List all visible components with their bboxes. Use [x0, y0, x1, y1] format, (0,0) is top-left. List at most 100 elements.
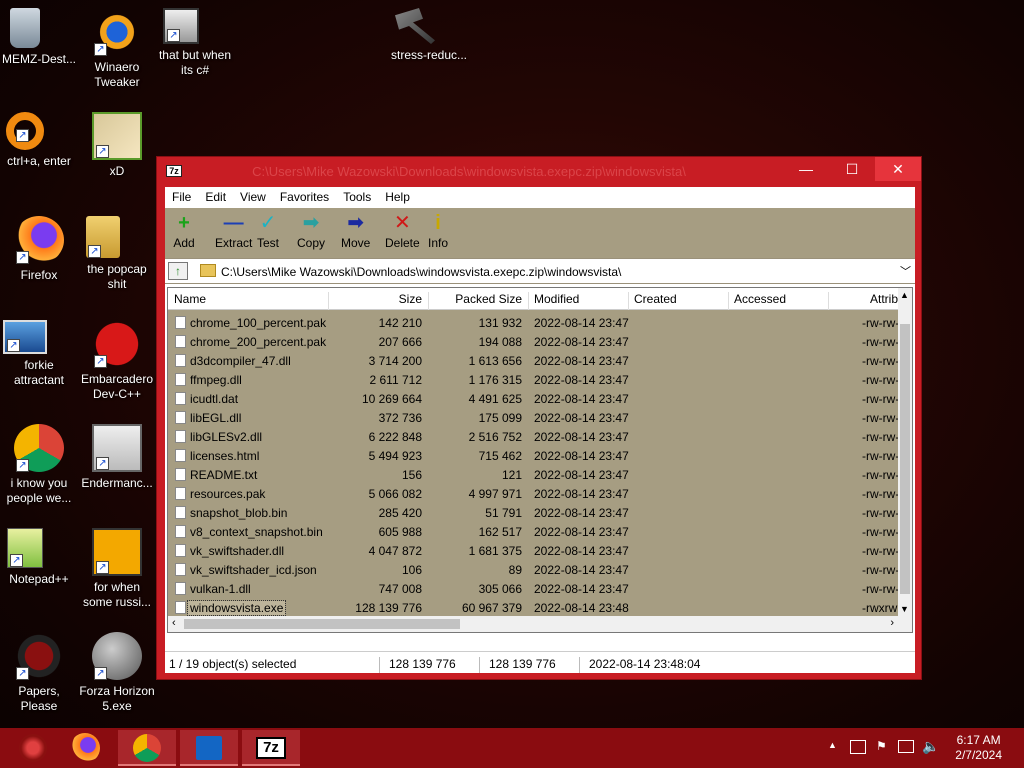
toolbar-label: Delete	[385, 236, 420, 250]
table-row[interactable]: v8_context_snapshot.bin 605 988 162 517 202…	[168, 522, 902, 541]
desktop-icon-endermanch[interactable]: ↗ Endermanc...	[78, 424, 156, 491]
desktop-icon-popcap-folder[interactable]: ↗ the popcap shit	[78, 216, 156, 292]
toolbar-extract-button[interactable]: — Extract	[215, 212, 252, 250]
table-row[interactable]: licenses.html 5 494 923 715 462 2022-08-14 …	[168, 446, 902, 465]
desktop-icon-hxd[interactable]: ↗ xD	[78, 112, 156, 179]
table-row[interactable]: vk_swiftshader_icd.json 106 89 2022-08-14 2…	[168, 560, 902, 579]
desktop-icon-recycle-bin[interactable]: MEMZ-Dest...	[0, 8, 78, 67]
horizontal-scroll-thumb[interactable]	[184, 619, 460, 629]
action-center-icon[interactable]	[850, 740, 866, 754]
title-bar[interactable]: 7z C:\Users\Mike Wazowski\Downloads\wind…	[157, 157, 921, 185]
up-folder-button[interactable]: ↑	[168, 262, 188, 280]
file-packed-size: 2 516 752	[468, 430, 522, 444]
address-path[interactable]: C:\Users\Mike Wazowski\Downloads\windows…	[221, 265, 621, 279]
col-separator[interactable]	[428, 292, 429, 310]
table-row[interactable]: resources.pak 5 066 082 4 997 971 2022-08-1…	[168, 484, 902, 503]
desktop-icon-orange-ring[interactable]: ↗ ctrl+a, enter	[0, 112, 78, 169]
taskbar-chrome[interactable]	[118, 730, 176, 766]
desktop-icon-flash[interactable]: ↗ Forza Horizon 5.exe	[78, 632, 156, 714]
extract-icon: —	[223, 212, 244, 234]
clock-time: 6:17 AM	[956, 733, 1001, 747]
table-row[interactable]: vk_swiftshader.dll 4 047 872 1 681 375 2022…	[168, 541, 902, 560]
table-row[interactable]: chrome_100_percent.pak 142 210 131 932 2022…	[168, 313, 902, 332]
network-icon[interactable]	[898, 740, 914, 753]
table-row[interactable]: icudtl.dat 10 269 664 4 491 625 2022-08-14 …	[168, 389, 902, 408]
col-separator[interactable]	[828, 292, 829, 310]
toolbar-add-button[interactable]: + Add	[173, 212, 195, 250]
table-row[interactable]: vulkan-1.dll 747 008 305 066 2022-08-14 23:…	[168, 579, 902, 598]
desktop-icon-devcpp[interactable]: ↗ Embarcadero Dev-C++	[78, 320, 156, 402]
folder-icon	[200, 264, 216, 277]
table-row[interactable]: README.txt 156 121 2022-08-14 23:47 -rw-rw-	[168, 465, 902, 484]
toolbar-info-button[interactable]: i Info	[427, 212, 449, 250]
col-separator[interactable]	[628, 292, 629, 310]
file-attrib: -rw-rw-	[862, 354, 900, 368]
col-attrib[interactable]: Attrib	[870, 292, 898, 306]
flag-icon[interactable]: ⚑	[876, 739, 887, 753]
computer-gear-icon: ↗	[3, 320, 47, 354]
shortcut-arrow-icon: ↗	[94, 355, 107, 368]
taskbar-firefox[interactable]	[56, 730, 114, 766]
maximize-button[interactable]: ☐	[829, 157, 875, 181]
minimize-button[interactable]: —	[783, 157, 829, 181]
col-name[interactable]: Name	[174, 292, 206, 306]
desktop-icon-hammer[interactable]: ↗ stress-reduc...	[390, 8, 468, 63]
papers-please-icon: ↗	[14, 632, 64, 680]
scroll-down-icon[interactable]: ▼	[900, 604, 909, 614]
taskbar-7zip[interactable]: 7z	[242, 730, 300, 766]
tray-overflow-icon[interactable]: ▲	[828, 740, 837, 750]
window-title: C:\Users\Mike Wazowski\Downloads\windows…	[252, 164, 686, 179]
table-row[interactable]: chrome_200_percent.pak 207 666 194 088 2022…	[168, 332, 902, 351]
vertical-scroll-thumb[interactable]	[900, 324, 910, 594]
desktop-icon-label: ctrl+a, enter	[7, 154, 71, 168]
menu-tools[interactable]: Tools	[336, 187, 378, 207]
table-row[interactable]: windowsvista.exe 128 139 776 60 967 379 202…	[168, 598, 902, 617]
col-size[interactable]: Size	[368, 292, 422, 306]
col-separator[interactable]	[728, 292, 729, 310]
menu-view[interactable]: View	[233, 187, 273, 207]
scroll-right-icon[interactable]: ›	[890, 617, 894, 629]
taskbar-start-orb[interactable]	[4, 730, 62, 766]
col-packed-size[interactable]: Packed Size	[438, 292, 522, 306]
file-icon	[175, 354, 186, 367]
desktop-icon-papers-please[interactable]: ↗ Papers, Please	[0, 632, 78, 714]
volume-muted-icon[interactable]: 🔈	[922, 738, 939, 755]
desktop-icon-winaero[interactable]: ↗ Winaero Tweaker	[78, 8, 156, 90]
desktop-icon-windows-stack[interactable]: ↗ that but when its c#	[156, 8, 234, 78]
col-created[interactable]: Created	[634, 292, 677, 306]
file-list: Name Size Packed Size Modified Created A…	[167, 287, 913, 633]
close-button[interactable]: ✕	[875, 157, 921, 181]
col-modified[interactable]: Modified	[534, 292, 579, 306]
file-icon	[175, 392, 186, 405]
table-row[interactable]: snapshot_blob.bin 285 420 51 791 2022-08-14…	[168, 503, 902, 522]
toolbar-move-button[interactable]: ➡ Move	[341, 212, 370, 250]
desktop-icon-computer-gear[interactable]: ↗ forkie attractant	[0, 320, 78, 388]
vertical-scrollbar[interactable]: ▲ ▼	[898, 288, 912, 616]
taskbar-outlook[interactable]	[180, 730, 238, 766]
menu-file[interactable]: File	[165, 187, 198, 207]
shortcut-arrow-icon: ↗	[16, 667, 29, 680]
menu-favorites[interactable]: Favorites	[273, 187, 336, 207]
table-row[interactable]: libGLESv2.dll 6 222 848 2 516 752 2022-08-1…	[168, 427, 902, 446]
menu-edit[interactable]: Edit	[198, 187, 233, 207]
scroll-up-icon[interactable]: ▲	[900, 290, 909, 300]
desktop-icon-de[interactable]: ↗ for when some russi...	[78, 528, 156, 610]
clock[interactable]: 6:17 AM 2/7/2024	[955, 733, 1002, 763]
toolbar-copy-button[interactable]: ➡ Copy	[297, 212, 325, 250]
file-size: 747 008	[378, 582, 422, 596]
toolbar-delete-button[interactable]: ✕ Delete	[385, 212, 420, 250]
desktop-icon-firefox[interactable]: ↗ Firefox	[0, 216, 78, 283]
chevron-down-icon[interactable]: ﹀	[900, 263, 911, 279]
horizontal-scrollbar[interactable]: ‹ ›	[168, 616, 912, 632]
menu-help[interactable]: Help	[378, 187, 417, 207]
toolbar-test-button[interactable]: ✓ Test	[257, 212, 279, 250]
table-row[interactable]: ffmpeg.dll 2 611 712 1 176 315 2022-08-14 2…	[168, 370, 902, 389]
col-separator[interactable]	[328, 292, 329, 310]
desktop-icon-notepadpp[interactable]: ↗ Notepad++	[0, 528, 78, 587]
col-separator[interactable]	[528, 292, 529, 310]
desktop-icon-chrome[interactable]: ↗ i know you people we...	[0, 424, 78, 506]
table-row[interactable]: libEGL.dll 372 736 175 099 2022-08-14 23:47…	[168, 408, 902, 427]
scroll-left-icon[interactable]: ‹	[172, 617, 176, 629]
col-accessed[interactable]: Accessed	[734, 292, 786, 306]
table-row[interactable]: d3dcompiler_47.dll 3 714 200 1 613 656 2022…	[168, 351, 902, 370]
